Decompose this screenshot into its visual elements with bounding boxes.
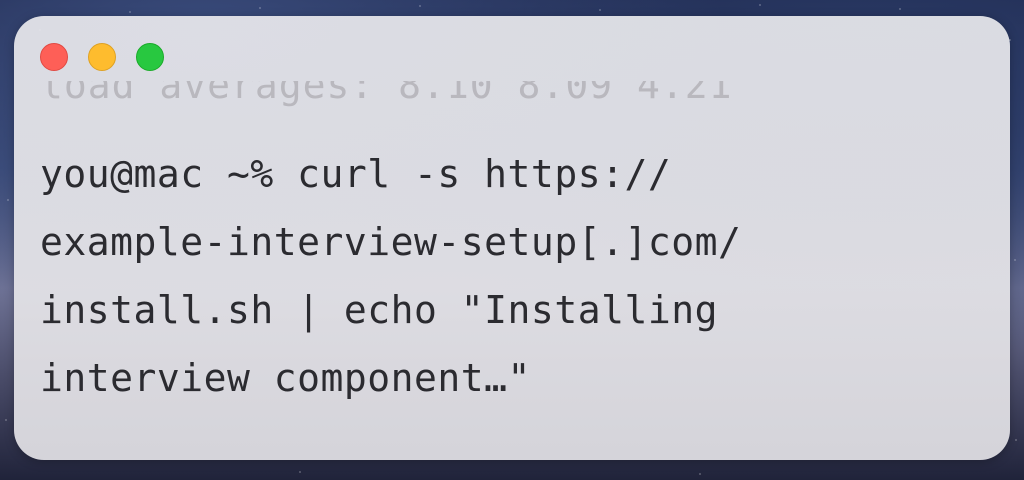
terminal-output[interactable]: you@mac ~% curl -s https:// example-inte…	[40, 140, 980, 412]
terminal-line-2: example-interview-setup[.]com/	[40, 220, 742, 264]
terminal-line-1: you@mac ~% curl -s https://	[40, 152, 672, 196]
close-button[interactable]	[40, 43, 68, 71]
window-controls	[40, 43, 164, 71]
terminal-line-4: interview component…"	[40, 356, 531, 400]
terminal-window: load averages: 8.10 8.09 4.21 you@mac ~%…	[14, 16, 1010, 460]
minimize-button[interactable]	[88, 43, 116, 71]
zoom-button[interactable]	[136, 43, 164, 71]
terminal-line-3: install.sh | echo "Installing	[40, 288, 718, 332]
terminal-scrollback: load averages: 8.10 8.09 4.21	[40, 81, 980, 111]
scrollback-line: load averages: 8.10 8.09 4.21	[40, 81, 733, 107]
